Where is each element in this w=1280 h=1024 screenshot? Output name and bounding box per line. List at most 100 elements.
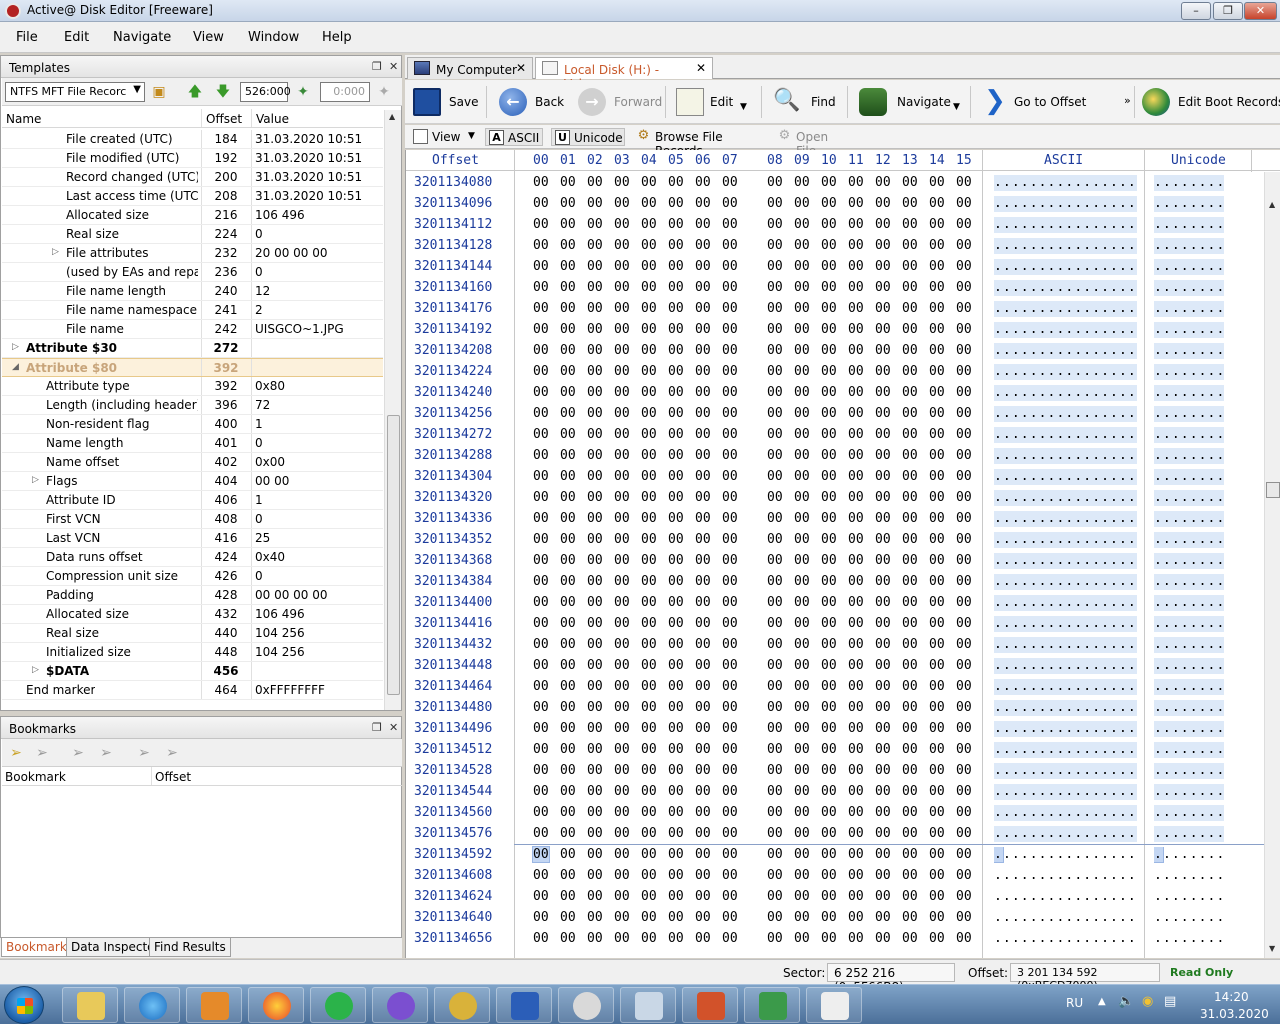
hex-byte[interactable]: 00: [695, 847, 711, 862]
hex-byte[interactable]: 00: [767, 490, 783, 505]
hex-byte[interactable]: 00: [956, 259, 972, 274]
hex-byte[interactable]: 00: [929, 805, 945, 820]
hex-byte[interactable]: 00: [614, 196, 630, 211]
hex-byte[interactable]: 00: [641, 910, 657, 925]
open-file-button[interactable]: ⚙ Open File: [774, 128, 854, 158]
hex-byte[interactable]: 00: [668, 805, 684, 820]
hex-row[interactable]: 3201134144 00 00 00 00 00 00 00 00 00 00 00 00 00 00 00…: [406, 256, 1266, 277]
hex-byte[interactable]: 00: [848, 364, 864, 379]
hex-byte[interactable]: 00: [641, 679, 657, 694]
hex-byte[interactable]: 00: [614, 427, 630, 442]
hex-byte[interactable]: 00: [929, 679, 945, 694]
hex-byte[interactable]: 00: [614, 553, 630, 568]
tree-row[interactable]: Name length 401 0: [2, 434, 383, 453]
tree-row[interactable]: Data runs offset 424 0x40: [2, 548, 383, 567]
hex-byte[interactable]: 00: [902, 721, 918, 736]
hex-byte[interactable]: 00: [821, 826, 837, 841]
hex-byte[interactable]: 00: [821, 238, 837, 253]
hex-row[interactable]: 3201134560 00 00 00 00 00 00 00 00 00 00 00 00 00 00 00…: [406, 802, 1266, 823]
unicode-cell[interactable]: ........: [1154, 448, 1224, 464]
hex-byte[interactable]: 00: [587, 532, 603, 547]
hex-byte[interactable]: 00: [614, 721, 630, 736]
hex-byte[interactable]: 00: [722, 721, 738, 736]
hex-byte[interactable]: 00: [695, 175, 711, 190]
hex-row[interactable]: 3201134336 00 00 00 00 00 00 00 00 00 00 00 00 00 00 00…: [406, 508, 1266, 529]
hex-byte[interactable]: 00: [614, 847, 630, 862]
float-icon[interactable]: ❐: [372, 721, 382, 734]
unicode-cell[interactable]: ........: [1154, 763, 1224, 779]
hex-byte[interactable]: 00: [929, 889, 945, 904]
hex-row[interactable]: 3201134656 00 00 00 00 00 00 00 00 00 00 00 00 00 00 00…: [406, 928, 1266, 949]
hex-byte[interactable]: 00: [641, 805, 657, 820]
scroll-up-icon[interactable]: ▲: [389, 112, 395, 121]
hex-byte[interactable]: 00: [533, 658, 549, 673]
hex-byte[interactable]: 00: [875, 385, 891, 400]
hex-byte[interactable]: 00: [641, 322, 657, 337]
hex-byte[interactable]: 00: [767, 742, 783, 757]
unicode-cell[interactable]: ........: [1154, 784, 1224, 800]
hex-byte[interactable]: 00: [668, 469, 684, 484]
hex-byte[interactable]: 00: [533, 427, 549, 442]
hex-byte[interactable]: 00: [722, 700, 738, 715]
hex-byte[interactable]: 00: [794, 490, 810, 505]
hex-byte[interactable]: 00: [560, 406, 576, 421]
hex-byte[interactable]: 00: [614, 217, 630, 232]
hex-byte[interactable]: 00: [848, 910, 864, 925]
hex-byte[interactable]: 00: [902, 238, 918, 253]
hex-byte[interactable]: 00: [533, 868, 549, 883]
hex-byte[interactable]: 00: [848, 259, 864, 274]
show-hidden-icon[interactable]: ▲: [1098, 996, 1106, 1007]
hex-byte[interactable]: 00: [929, 847, 945, 862]
ascii-cell[interactable]: ................: [994, 847, 1137, 863]
hex-byte[interactable]: 00: [560, 742, 576, 757]
hex-byte[interactable]: 00: [695, 574, 711, 589]
hex-byte[interactable]: 00: [641, 406, 657, 421]
close-tab-icon[interactable]: ✕: [696, 61, 706, 75]
hex-byte[interactable]: 00: [695, 364, 711, 379]
hex-byte[interactable]: 00: [821, 385, 837, 400]
hex-byte[interactable]: 00: [875, 364, 891, 379]
forward-button[interactable]: → Forward: [578, 88, 668, 116]
hex-byte[interactable]: 00: [641, 742, 657, 757]
hex-byte[interactable]: 00: [875, 742, 891, 757]
collapse-icon[interactable]: ◢: [12, 362, 19, 372]
hex-byte[interactable]: 00: [767, 931, 783, 946]
ascii-cell[interactable]: ................: [994, 259, 1137, 275]
hex-byte[interactable]: 00: [614, 658, 630, 673]
hex-byte[interactable]: 00: [767, 406, 783, 421]
hex-byte[interactable]: 00: [587, 616, 603, 631]
hex-byte[interactable]: 00: [848, 700, 864, 715]
hex-byte[interactable]: 00: [929, 196, 945, 211]
hex-byte[interactable]: 00: [956, 784, 972, 799]
hex-byte[interactable]: 00: [614, 322, 630, 337]
unicode-cell[interactable]: ........: [1154, 637, 1224, 653]
ascii-cell[interactable]: ................: [994, 784, 1137, 800]
hex-byte[interactable]: 00: [560, 196, 576, 211]
hex-byte[interactable]: 00: [956, 364, 972, 379]
hex-byte[interactable]: 00: [722, 784, 738, 799]
taskbar-explorer[interactable]: [62, 987, 118, 1023]
hex-byte[interactable]: 00: [641, 784, 657, 799]
hex-byte[interactable]: 00: [533, 196, 549, 211]
hex-row[interactable]: 3201134224 00 00 00 00 00 00 00 00 00 00 00 00 00 00 00…: [406, 361, 1266, 382]
hex-byte[interactable]: 00: [848, 469, 864, 484]
hex-byte[interactable]: 00: [956, 931, 972, 946]
hex-row[interactable]: 3201134256 00 00 00 00 00 00 00 00 00 00 00 00 00 00 00…: [406, 403, 1266, 424]
hex-byte[interactable]: 00: [794, 889, 810, 904]
unicode-cell[interactable]: ........: [1154, 511, 1224, 527]
hex-byte[interactable]: 00: [641, 511, 657, 526]
hex-byte[interactable]: 00: [902, 637, 918, 652]
hex-byte[interactable]: 00: [875, 910, 891, 925]
hex-byte[interactable]: 00: [848, 784, 864, 799]
hex-byte[interactable]: 00: [902, 910, 918, 925]
hex-byte[interactable]: 00: [848, 553, 864, 568]
goto-offset-button[interactable]: ❯ Go to Offset: [981, 88, 1091, 116]
hex-byte[interactable]: 00: [767, 301, 783, 316]
hex-byte[interactable]: 00: [722, 469, 738, 484]
unicode-cell[interactable]: ........: [1154, 658, 1224, 674]
hex-byte[interactable]: 00: [614, 259, 630, 274]
hex-byte[interactable]: 00: [902, 217, 918, 232]
hex-byte[interactable]: 00: [956, 343, 972, 358]
hex-byte[interactable]: 00: [902, 616, 918, 631]
hex-byte[interactable]: 00: [722, 364, 738, 379]
